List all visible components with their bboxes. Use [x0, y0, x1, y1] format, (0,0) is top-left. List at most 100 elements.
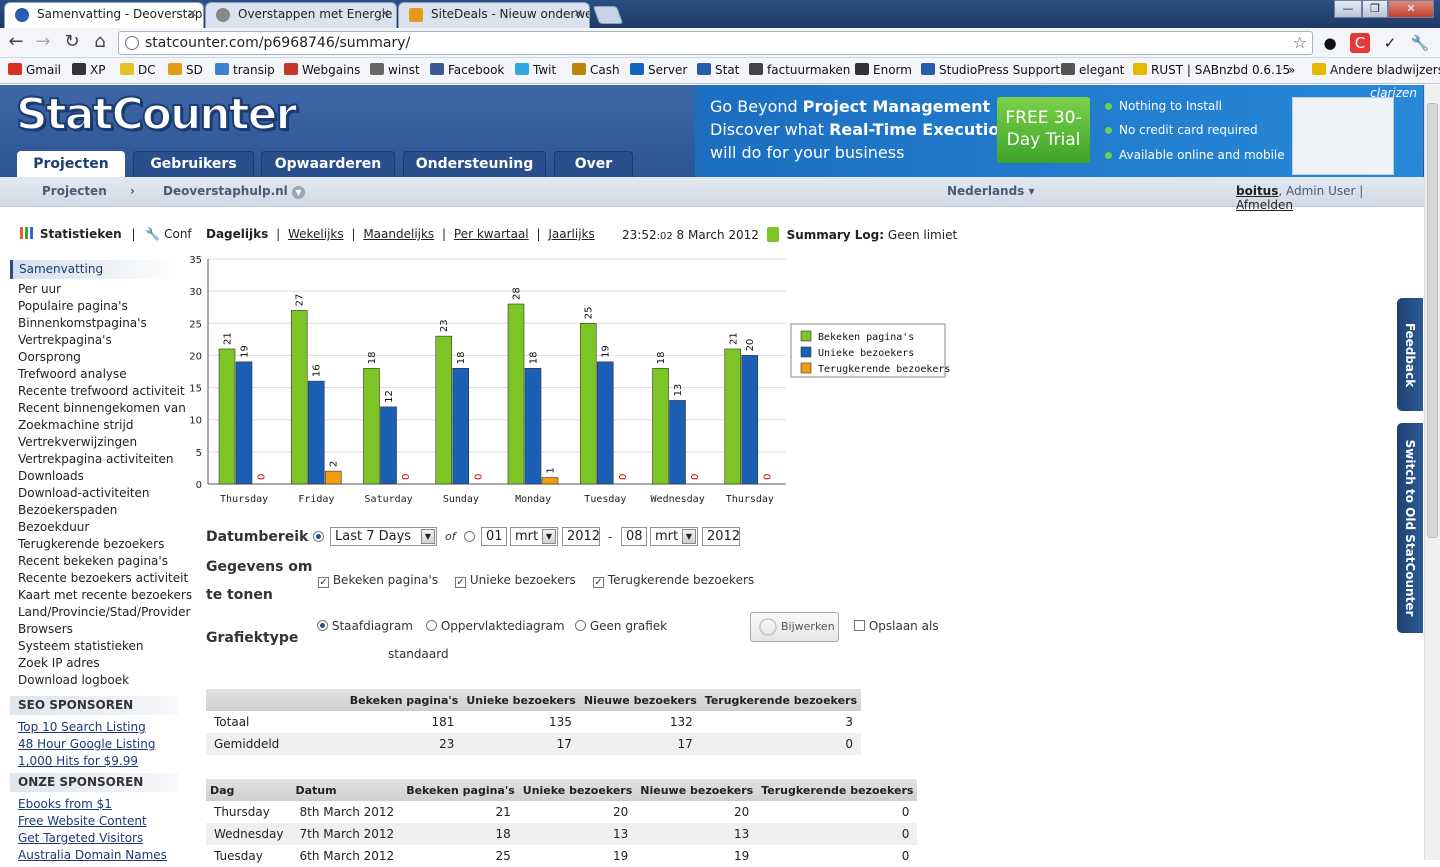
sponsor-link-content[interactable]: Free Website Content — [18, 814, 147, 828]
logout-link[interactable]: Afmelden — [1236, 198, 1293, 212]
browser-tab-2[interactable]: Overstappen met Energie | E ✕ — [205, 2, 397, 28]
bookmark-xp[interactable]: XP — [72, 63, 105, 77]
close-tab-icon[interactable]: ✕ — [188, 7, 197, 20]
reload-icon[interactable]: ↻ — [60, 31, 84, 55]
sponsor-link-48hour[interactable]: 48 Hour Google Listing — [18, 737, 155, 751]
statcounter-logo[interactable]: StatCounter — [15, 88, 298, 141]
period-quarterly[interactable]: Per kwartaal — [454, 227, 529, 241]
from-year-input[interactable]: 2012 — [562, 527, 600, 546]
from-month-select[interactable]: mrt ▼ — [510, 527, 558, 546]
from-day-input[interactable]: 01 — [481, 527, 507, 546]
extension-c-icon[interactable]: C — [1350, 33, 1370, 53]
bookmark-cash[interactable]: Cash — [572, 63, 620, 77]
nav-tab-projecten[interactable]: Projecten — [17, 151, 125, 177]
date-range-radio[interactable] — [313, 530, 324, 544]
scrollbar-thumb[interactable] — [1427, 103, 1438, 538]
sponsor-link-hits[interactable]: 1,000 Hits for $9.99 — [18, 754, 138, 768]
sidebar-item-download-logboek[interactable]: Download logboek — [18, 673, 129, 687]
bookmark-factuurmaken[interactable]: factuurmaken — [749, 63, 850, 77]
advertisement-banner[interactable]: Go Beyond Project Management Discover wh… — [695, 85, 1423, 177]
nav-tab-ondersteuning[interactable]: Ondersteuning — [403, 151, 546, 177]
check-unique-visitors[interactable]: ✓ Unieke bezoekers — [455, 573, 576, 588]
bookmark-transip[interactable]: transip — [215, 63, 275, 77]
switch-old-statcounter-tab[interactable]: Switch to Old StatCounter — [1397, 423, 1423, 633]
language-selector[interactable]: Nederlands ▾ — [947, 184, 1035, 198]
bookmark-facebook[interactable]: Facebook — [430, 63, 504, 77]
bookmark-elegant[interactable]: elegant — [1061, 63, 1124, 77]
sidebar-item-vertrekpagina-s[interactable]: Vertrekpagina's — [18, 333, 112, 347]
sidebar-item-browsers[interactable]: Browsers — [18, 622, 73, 636]
bookmark-stat[interactable]: Stat — [697, 63, 739, 77]
sidebar-item-binnenkomstpagina-s[interactable]: Binnenkomstpagina's — [18, 316, 147, 330]
new-tab-button[interactable] — [592, 6, 624, 24]
to-year-input[interactable]: 2012 — [702, 527, 740, 546]
config-tab[interactable]: Conf — [164, 227, 192, 241]
sidebar-item-systeem-statistieken[interactable]: Systeem statistieken — [18, 639, 143, 653]
minimize-icon[interactable]: — — [1334, 0, 1362, 18]
sidebar-item-zoekmachine-strijd[interactable]: Zoekmachine strijd — [18, 418, 133, 432]
graph-type-area[interactable]: Oppervlaktediagram — [426, 619, 565, 633]
sidebar-item-bezoekerspaden[interactable]: Bezoekerspaden — [18, 503, 117, 517]
sidebar-item-per-uur[interactable]: Per uur — [18, 282, 61, 296]
feedback-tab[interactable]: Feedback — [1397, 298, 1423, 411]
graph-type-none[interactable]: Geen grafiek — [575, 619, 667, 633]
stats-tab[interactable]: Statistieken — [40, 227, 122, 241]
period-yearly[interactable]: Jaarlijks — [548, 227, 594, 241]
sidebar-item-recente-trefwoord-activiteit[interactable]: Recente trefwoord activiteit — [18, 384, 185, 398]
bookmark-star-icon[interactable]: ☆ — [1293, 33, 1307, 52]
range-select[interactable]: Last 7 Days ▼ — [330, 527, 437, 546]
sidebar-item-recent-binnengekomen-van[interactable]: Recent binnengekomen van — [18, 401, 186, 415]
sponsor-link-top10[interactable]: Top 10 Search Listing — [18, 720, 146, 734]
page-scrollbar[interactable] — [1424, 85, 1440, 860]
breadcrumb-projecten[interactable]: Projecten — [42, 184, 107, 198]
close-tab-icon[interactable]: ✕ — [381, 7, 390, 20]
sidebar-item-vertrekverwijzingen[interactable]: Vertrekverwijzingen — [18, 435, 137, 449]
bookmark-enorm[interactable]: Enorm — [855, 63, 912, 77]
maximize-icon[interactable]: ❐ — [1362, 0, 1388, 18]
sidebar-item-bezoekduur[interactable]: Bezoekduur — [18, 520, 89, 534]
checkbox-checked-icon[interactable]: ✓ — [455, 577, 466, 588]
bookmark-studiopress[interactable]: StudioPress Support — [921, 63, 1060, 77]
sidebar-item-downloads[interactable]: Downloads — [18, 469, 84, 483]
nav-tab-gebruikers[interactable]: Gebruikers — [133, 151, 254, 177]
home-icon[interactable]: ⌂ — [88, 31, 112, 55]
username-link[interactable]: boitus — [1236, 184, 1278, 198]
period-monthly[interactable]: Maandelijks — [363, 227, 434, 241]
sidebar-item-vertrekpagina-activiteiten[interactable]: Vertrekpagina activiteiten — [18, 452, 174, 466]
custom-range-radio[interactable] — [464, 530, 475, 544]
bookmark-sabnzbd[interactable]: RUST | SABnzbd 0.6.15 — [1133, 63, 1290, 77]
extension-circle-icon[interactable]: ● — [1320, 33, 1340, 53]
checkbox-checked-icon[interactable]: ✓ — [318, 577, 329, 588]
checkbox-checked-icon[interactable]: ✓ — [593, 577, 604, 588]
sidebar-item-samenvatting[interactable]: Samenvatting — [10, 260, 178, 279]
sidebar-item-oorsprong[interactable]: Oorsprong — [18, 350, 81, 364]
sidebar-item-download-activiteiten[interactable]: Download-activiteiten — [18, 486, 150, 500]
sponsor-link-visitors[interactable]: Get Targeted Visitors — [18, 831, 143, 845]
bookmark-server[interactable]: Server — [630, 63, 687, 77]
sidebar-item-land-provincie-stad-provider[interactable]: Land/Provincie/Stad/Provider — [18, 605, 190, 619]
sidebar-item-trefwoord-analyse[interactable]: Trefwoord analyse — [18, 367, 127, 381]
save-as-default-checkbox[interactable]: Opslaan als — [854, 619, 939, 633]
sidebar-item-populaire-pagina-s[interactable]: Populaire pagina's — [18, 299, 128, 313]
wrench-icon[interactable]: 🔧 — [1410, 33, 1430, 53]
bookmark-winst[interactable]: winst — [370, 63, 420, 77]
close-window-icon[interactable]: ✕ — [1388, 0, 1434, 18]
update-button[interactable]: Bijwerken — [750, 612, 839, 642]
bookmark-webgains[interactable]: Webgains — [284, 63, 360, 77]
check-pageviews[interactable]: ✓ Bekeken pagina's — [318, 573, 438, 588]
free-trial-button[interactable]: FREE 30-Day Trial — [997, 97, 1090, 163]
to-day-input[interactable]: 08 — [621, 527, 647, 546]
bookmark-twit[interactable]: Twit — [515, 63, 556, 77]
address-bar[interactable]: statcounter.com/p6968746/summary/ ☆ — [118, 31, 1313, 55]
close-tab-icon[interactable]: ✕ — [574, 7, 583, 20]
more-bookmarks-icon[interactable]: » — [1288, 63, 1295, 77]
nav-tab-over[interactable]: Over — [554, 151, 633, 177]
sidebar-item-recent-bekeken-pagina-s[interactable]: Recent bekeken pagina's — [18, 554, 168, 568]
browser-tab-3[interactable]: SiteDeals - Nieuw onderwer ✕ — [398, 2, 590, 28]
sidebar-item-recente-bezoekers-activiteit[interactable]: Recente bezoekers activiteit — [18, 571, 188, 585]
sidebar-item-terugkerende-bezoekers[interactable]: Terugkerende bezoekers — [18, 537, 164, 551]
project-selector[interactable]: Deoverstaphulp.nl ▼ — [163, 184, 305, 199]
bookmark-sd[interactable]: SD — [168, 63, 203, 77]
browser-tab-active[interactable]: Samenvatting - Deoverstap ✕ — [4, 2, 204, 28]
graph-type-bar[interactable]: Staafdiagram — [317, 619, 413, 633]
